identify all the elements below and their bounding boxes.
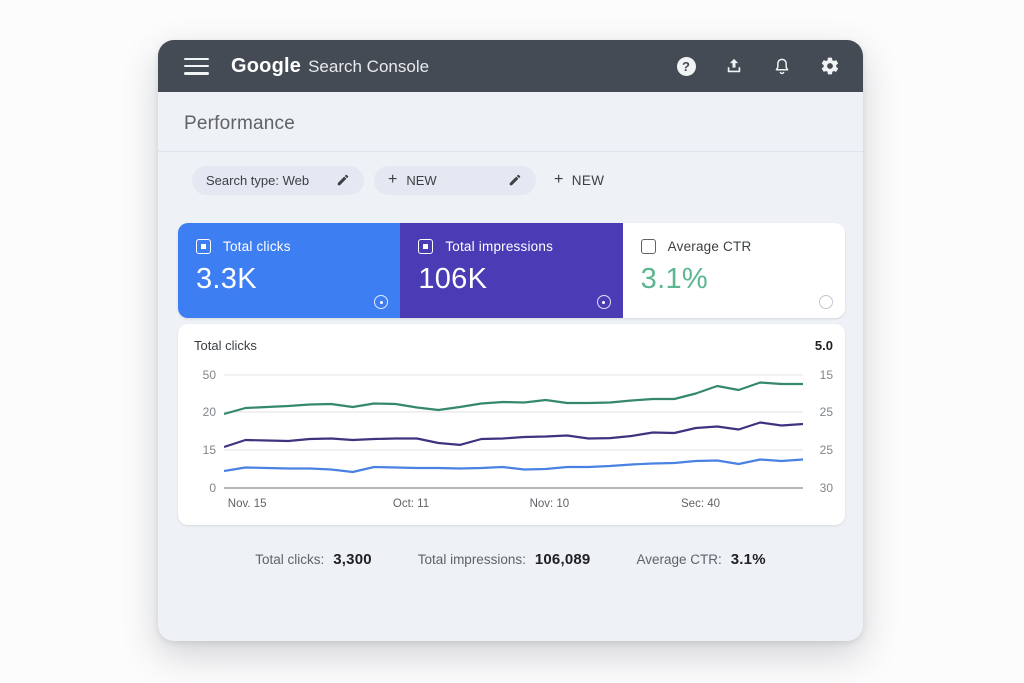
summary-average-ctr-value: 3.1% bbox=[731, 551, 766, 568]
total-impressions-card[interactable]: Total impressions 106K bbox=[400, 223, 622, 318]
search-type-filter-chip[interactable]: Search type: Web bbox=[192, 166, 364, 195]
summary-total-impressions-label: Total impressions: bbox=[418, 552, 526, 567]
summary-total-clicks-value: 3,300 bbox=[333, 551, 372, 568]
x-tick-label: Nov. 15 bbox=[228, 498, 267, 510]
info-icon[interactable] bbox=[374, 295, 388, 309]
search-type-filter-label: Search type: Web bbox=[206, 173, 309, 188]
edit-icon[interactable] bbox=[336, 173, 350, 187]
notifications-icon[interactable] bbox=[771, 55, 793, 77]
average-ctr-checkbox[interactable] bbox=[641, 239, 656, 254]
series-line-total-impressions bbox=[224, 423, 803, 448]
brand-google: Google bbox=[231, 55, 301, 78]
info-icon[interactable] bbox=[819, 295, 833, 309]
chart-title: Total clicks bbox=[194, 338, 257, 353]
x-tick-label: Oct: 11 bbox=[393, 498, 429, 510]
performance-chart-card: Total clicks 5.0 50 20 15 0 15 25 25 30 Nov. 1… bbox=[178, 324, 845, 525]
total-clicks-value: 3.3K bbox=[196, 263, 384, 296]
info-icon[interactable] bbox=[597, 295, 611, 309]
series-line-average-ctr bbox=[224, 460, 803, 473]
series-line-total-clicks bbox=[224, 383, 803, 415]
axis-tick-label: 15 bbox=[820, 368, 833, 382]
chart-plot-area bbox=[224, 356, 803, 496]
axis-tick-label: 30 bbox=[820, 481, 833, 495]
chart-svg bbox=[224, 356, 803, 496]
axis-tick-label: 0 bbox=[209, 481, 216, 495]
topbar-icons: ? bbox=[675, 55, 841, 77]
summary-average-ctr: Average CTR: 3.1% bbox=[636, 551, 765, 568]
export-icon[interactable] bbox=[723, 55, 745, 77]
average-ctr-label: Average CTR bbox=[668, 239, 752, 254]
plus-icon: + bbox=[554, 171, 564, 189]
total-clicks-label: Total clicks bbox=[223, 239, 291, 254]
total-impressions-checkbox[interactable] bbox=[418, 239, 433, 254]
x-axis-labels: Nov. 15 Oct: 11 Nov: 10 Sec: 40 bbox=[224, 498, 803, 514]
axis-tick-label: 25 bbox=[820, 443, 833, 457]
axis-tick-label: 15 bbox=[203, 443, 216, 457]
new-filter-chip[interactable]: + NEW bbox=[374, 166, 536, 195]
new-filter-button-label: NEW bbox=[572, 173, 605, 188]
total-impressions-label: Total impressions bbox=[445, 239, 553, 254]
new-filter-button[interactable]: + NEW bbox=[554, 171, 604, 189]
help-icon[interactable]: ? bbox=[675, 55, 697, 77]
axis-tick-label: 20 bbox=[203, 405, 216, 419]
right-axis-ticks: 15 25 25 30 bbox=[803, 356, 835, 496]
plus-icon: + bbox=[388, 171, 397, 189]
app-window: Google Search Console ? Performance Sear… bbox=[158, 40, 863, 641]
left-axis-ticks: 50 20 15 0 bbox=[194, 356, 224, 496]
total-clicks-card[interactable]: Total clicks 3.3K bbox=[178, 223, 400, 318]
summary-row: Total clicks: 3,300 Total impressions: 1… bbox=[158, 551, 863, 568]
summary-total-clicks-label: Total clicks: bbox=[255, 552, 324, 567]
metric-cards-row: Total clicks 3.3K Total impressions 106K… bbox=[178, 223, 845, 318]
average-ctr-value: 3.1% bbox=[641, 263, 829, 296]
summary-total-impressions: Total impressions: 106,089 bbox=[418, 551, 591, 568]
top-bar: Google Search Console ? bbox=[158, 40, 863, 92]
summary-total-clicks: Total clicks: 3,300 bbox=[255, 551, 372, 568]
new-filter-chip-label: NEW bbox=[406, 173, 436, 188]
x-tick-label: Sec: 40 bbox=[681, 498, 720, 510]
axis-tick-label: 25 bbox=[820, 405, 833, 419]
page-title: Performance bbox=[158, 92, 863, 151]
settings-icon[interactable] bbox=[819, 55, 841, 77]
menu-icon[interactable] bbox=[184, 58, 209, 75]
filter-bar: Search type: Web + NEW + NEW bbox=[158, 152, 863, 196]
average-ctr-card[interactable]: Average CTR 3.1% bbox=[623, 223, 845, 318]
summary-average-ctr-label: Average CTR: bbox=[636, 552, 721, 567]
right-axis-top-label: 5.0 bbox=[815, 338, 833, 353]
brand-search-console: Search Console bbox=[308, 57, 429, 77]
edit-icon[interactable] bbox=[508, 173, 522, 187]
x-tick-label: Nov: 10 bbox=[530, 498, 570, 510]
brand: Google Search Console bbox=[231, 55, 429, 78]
total-impressions-value: 106K bbox=[418, 263, 606, 296]
summary-total-impressions-value: 106,089 bbox=[535, 551, 591, 568]
total-clicks-checkbox[interactable] bbox=[196, 239, 211, 254]
axis-tick-label: 50 bbox=[203, 368, 216, 382]
